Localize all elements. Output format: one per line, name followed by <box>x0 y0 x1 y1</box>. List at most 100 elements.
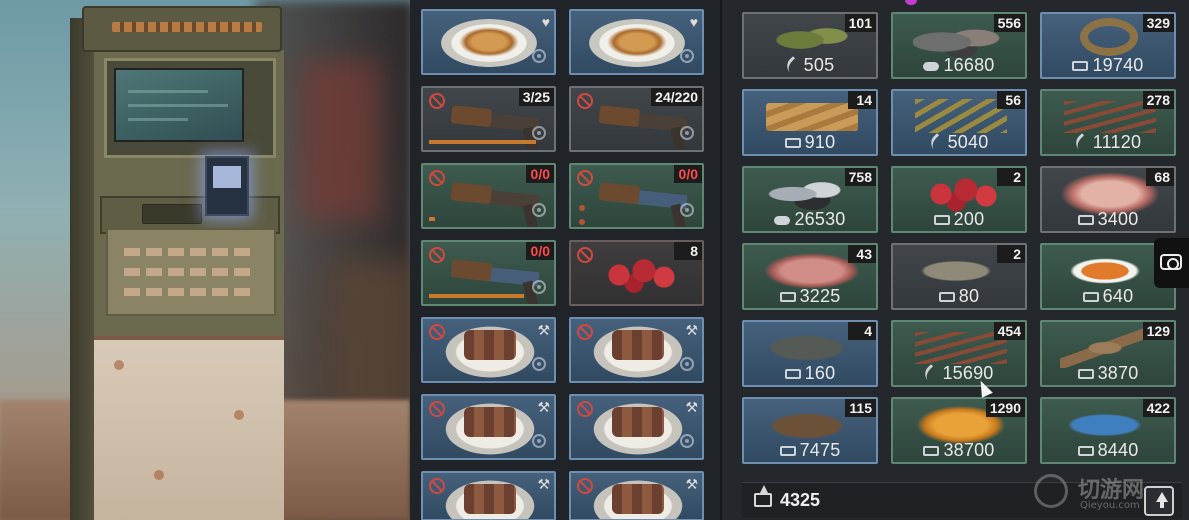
stock-count: 14 <box>848 91 876 109</box>
item-price: 160 <box>744 363 876 384</box>
item-count: 0/0 <box>674 165 702 183</box>
item-price: 640 <box>1042 286 1174 307</box>
item-price: 8440 <box>1042 440 1174 461</box>
shop-item[interactable]: 2 200 <box>891 166 1027 233</box>
item-price: 16680 <box>893 55 1025 76</box>
inventory-slot[interactable]: ⚒ <box>421 317 556 383</box>
inventory-slot[interactable]: 8 <box>569 240 704 306</box>
stock-count: 329 <box>1142 14 1174 32</box>
leaf-icon <box>921 364 942 385</box>
inventory-slot[interactable]: ⚒ <box>421 394 556 460</box>
bread-image <box>459 27 519 57</box>
shop-item[interactable]: 56 5040 <box>891 89 1027 156</box>
price-value: 3400 <box>1097 209 1139 229</box>
shop-item[interactable]: 329 19740 <box>1040 12 1176 79</box>
item-price: 15690 <box>893 363 1025 385</box>
camera-button[interactable] <box>1154 238 1189 288</box>
inventory-slot[interactable]: 0/0 <box>421 163 556 229</box>
item-image <box>764 20 854 60</box>
stock-count: 43 <box>848 245 876 263</box>
axe-icon: ⚒ <box>685 476 698 492</box>
price-value: 7475 <box>799 440 841 460</box>
axe-icon: ⚒ <box>685 399 698 415</box>
atm-keypad <box>106 228 276 316</box>
atm-machine[interactable] <box>70 6 285 520</box>
heart-food-icon: ♥ <box>541 14 550 30</box>
unavailable-icon <box>577 170 593 186</box>
item-image <box>915 99 1007 133</box>
lock-icon <box>680 357 694 371</box>
inventory-slot[interactable]: ⚒ <box>569 317 704 383</box>
price-value: 200 <box>953 209 985 229</box>
cloud-icon <box>923 61 940 71</box>
item-image <box>911 255 1011 287</box>
durability-bar <box>429 217 435 221</box>
inventory-slot[interactable]: 0/0 <box>569 163 704 229</box>
atm-screen <box>114 68 244 142</box>
inventory-slot[interactable]: ⚒ <box>569 394 704 460</box>
shop-item[interactable]: 454 15690 <box>891 320 1027 387</box>
watermark-subtitle: Qieyou.com <box>1080 500 1140 511</box>
lock-icon <box>532 434 546 448</box>
shop-item[interactable]: 43 3225 <box>742 243 878 310</box>
unavailable-icon <box>429 478 445 494</box>
item-image <box>450 182 540 227</box>
item-image <box>766 103 858 131</box>
shop-item[interactable]: 68 3400 <box>1040 166 1176 233</box>
ticket-icon <box>1082 292 1099 303</box>
leaf-icon <box>926 133 947 154</box>
item-image <box>450 259 540 304</box>
shop-item[interactable]: 14 910 <box>742 89 878 156</box>
item-price: 26530 <box>744 209 876 230</box>
item-image <box>1060 251 1160 291</box>
leaf-icon <box>782 56 803 77</box>
inventory-slot[interactable]: ⚒ <box>421 471 556 520</box>
inventory-slot[interactable]: ⚒ <box>569 471 704 520</box>
ticket-icon <box>779 292 796 303</box>
shop-item[interactable]: 115 7475 <box>742 397 878 464</box>
item-price: 7475 <box>744 440 876 461</box>
price-value: 3870 <box>1097 363 1139 383</box>
shop-item[interactable]: 758 26530 <box>742 166 878 233</box>
inventory-slot[interactable]: 3/25 <box>421 86 556 152</box>
item-image <box>450 105 540 150</box>
inventory-slot[interactable]: 0/0 <box>421 240 556 306</box>
inventory-slot[interactable]: ♥ <box>569 9 704 75</box>
axe-icon: ⚒ <box>537 476 550 492</box>
item-image <box>589 19 685 67</box>
item-image <box>598 182 688 227</box>
item-count: 0/0 <box>526 242 554 260</box>
lock-icon <box>680 434 694 448</box>
shop-item[interactable]: 129 3870 <box>1040 320 1176 387</box>
shop-item[interactable]: 556 16680 <box>891 12 1027 79</box>
inventory-slot[interactable]: ♥ <box>421 9 556 75</box>
price-value: 80 <box>958 286 980 306</box>
shop-item[interactable]: 422 8440 <box>1040 397 1176 464</box>
price-value: 19740 <box>1092 55 1144 75</box>
game-screen: ♥ ♥ 3/25 24/220 0/0 0/0 0/0 8 ⚒ ⚒ ⚒ ⚒ ⚒ ⚒ 101 505 556 16… <box>0 0 1189 520</box>
price-value: 910 <box>804 132 836 152</box>
item-image <box>443 325 537 379</box>
shop-item[interactable]: 4 160 <box>742 320 878 387</box>
axe-icon: ⚒ <box>537 399 550 415</box>
unavailable-icon <box>577 324 593 340</box>
shop-item[interactable]: 101 505 <box>742 12 878 79</box>
ticket-icon <box>1077 446 1094 457</box>
stock-count: 454 <box>993 322 1025 340</box>
shop-item[interactable]: 278 11120 <box>1040 89 1176 156</box>
item-price: 910 <box>744 132 876 153</box>
unavailable-icon <box>577 401 593 417</box>
ticket-icon <box>933 215 950 226</box>
shop-item[interactable]: 2 80 <box>891 243 1027 310</box>
heart-food-icon: ♥ <box>689 14 698 30</box>
stock-count: 422 <box>1142 399 1174 417</box>
inventory-slot[interactable]: 24/220 <box>569 86 704 152</box>
axe-icon: ⚒ <box>537 322 550 338</box>
lock-icon <box>680 126 694 140</box>
watermark: 切游网 Qieyou.com <box>1034 470 1184 518</box>
item-count: 0/0 <box>526 165 554 183</box>
shop-item[interactable]: 1290 38700 <box>891 397 1027 464</box>
lock-icon <box>532 357 546 371</box>
item-image <box>598 105 688 150</box>
unavailable-icon <box>429 247 445 263</box>
